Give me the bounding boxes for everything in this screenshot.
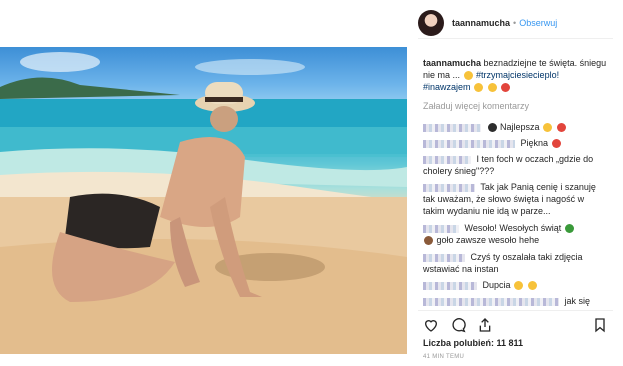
devil-emoji-icon	[501, 83, 511, 93]
comment-text-line2: goło zawsze wesoło hehe	[436, 235, 540, 245]
comment-text: Wesoło! Wesołych świąt	[464, 223, 562, 233]
blurred-username[interactable]	[423, 224, 459, 233]
post-caption: taannamucha beznadziejne te święta. śnie…	[423, 57, 608, 93]
post-actions	[418, 310, 613, 335]
bookmark-icon[interactable]	[591, 316, 609, 334]
comment-text: Piękna	[520, 138, 549, 148]
comment-text: Dupcia	[482, 280, 511, 290]
smile-emoji-icon	[527, 281, 537, 291]
hashtag-link[interactable]: #inawzajem	[423, 82, 471, 92]
share-icon[interactable]	[476, 316, 494, 334]
blurred-username[interactable]	[423, 253, 465, 262]
post-timestamp: 41 MIN TEMU	[423, 354, 465, 360]
comment-item: I ten foch w oczach „gdzie do cholery śn…	[423, 153, 608, 177]
comment-item: Dupcia	[423, 279, 608, 291]
heart-emoji-icon	[556, 123, 566, 133]
comment-item: jak się	[423, 295, 608, 307]
monkey-emoji-icon	[424, 236, 433, 246]
comment-item: Wesoło! Wesołych świąt goło zawsze wesoł…	[423, 222, 608, 246]
post-username[interactable]: taannamucha	[452, 18, 510, 28]
post-header: taannamucha • Obserwuj	[418, 8, 613, 39]
caption-username[interactable]: taannamucha	[423, 58, 481, 68]
grinning-emoji-icon	[463, 71, 473, 81]
beach-photo-illustration	[0, 52, 407, 354]
kiss-emoji-icon	[474, 83, 484, 93]
blurred-username[interactable]	[423, 281, 477, 290]
blurred-username[interactable]	[423, 139, 515, 148]
blurred-username[interactable]	[423, 297, 559, 306]
blurred-username[interactable]	[423, 183, 475, 192]
comment-item: Tak jak Panią cenię i szanuję tak uważam…	[423, 181, 608, 217]
blurred-username[interactable]	[423, 123, 481, 132]
comment-text: Najlepsza	[500, 122, 540, 132]
thumbs-up-emoji-icon	[514, 281, 524, 291]
separator-dot: •	[513, 18, 517, 28]
comment-icon[interactable]	[449, 316, 467, 334]
hashtag-link[interactable]: #trzymajciesiecieplo!	[476, 70, 559, 80]
thumbs-up-emoji-icon	[543, 123, 553, 133]
comment-item: Czyś ty oszalała taki zdjęcia wstawiać n…	[423, 251, 608, 275]
devil-emoji-icon	[551, 139, 561, 149]
comment-text: jak się	[564, 296, 591, 306]
post-photo[interactable]	[0, 47, 407, 354]
christmas-tree-emoji-icon	[564, 224, 574, 234]
likes-count[interactable]: Liczba polubień: 11 811	[423, 338, 523, 348]
blurred-username[interactable]	[423, 155, 471, 164]
bomb-emoji-icon	[487, 123, 497, 133]
comment-item: Piękna	[423, 137, 608, 149]
smile-emoji-icon	[487, 83, 497, 93]
follow-button[interactable]: Obserwuj	[519, 18, 557, 28]
heart-icon[interactable]	[422, 316, 440, 334]
avatar[interactable]	[418, 10, 444, 36]
load-more-comments[interactable]: Załaduj więcej komentarzy	[423, 101, 529, 111]
comment-item: Najlepsza	[423, 121, 608, 133]
